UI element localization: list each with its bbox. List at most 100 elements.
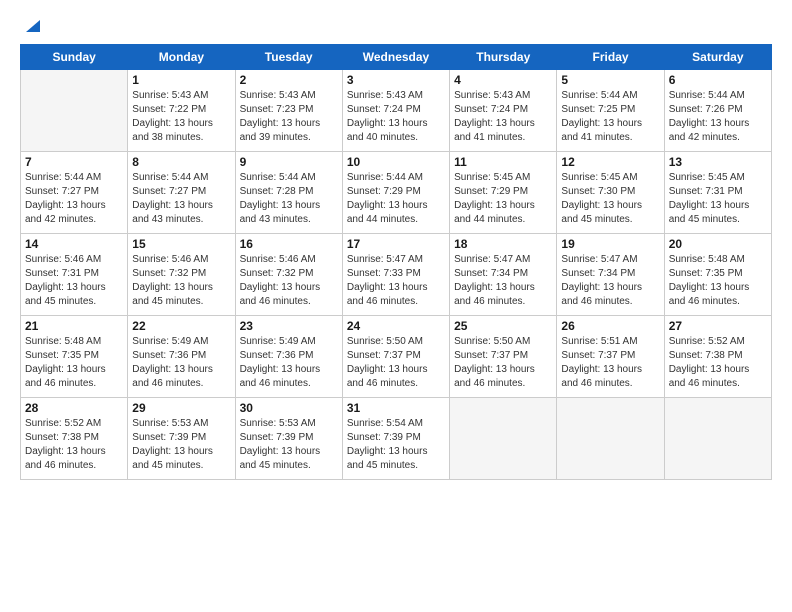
calendar-cell: 13 Sunrise: 5:45 AM Sunset: 7:31 PM Dayli… — [664, 152, 771, 234]
day-number: 5 — [561, 73, 659, 87]
day-number: 26 — [561, 319, 659, 333]
calendar-cell: 14 Sunrise: 5:46 AM Sunset: 7:31 PM Dayli… — [21, 234, 128, 316]
calendar-table: SundayMondayTuesdayWednesdayThursdayFrid… — [20, 44, 772, 480]
day-info: Sunrise: 5:50 AM Sunset: 7:37 PM Dayligh… — [454, 335, 552, 391]
day-info: Sunrise: 5:49 AM Sunset: 7:36 PM Dayligh… — [132, 335, 230, 391]
day-number: 21 — [25, 319, 123, 333]
day-number: 19 — [561, 237, 659, 251]
calendar-cell: 10Sunrise: 5:44 AM Sunset: 7:29 PM Dayli… — [342, 152, 449, 234]
day-number: 15 — [132, 237, 230, 251]
day-number: 2 — [240, 73, 338, 87]
day-info: Sunrise: 5:53 AM Sunset: 7:39 PM Dayligh… — [132, 417, 230, 473]
day-info: Sunrise: 5:44 AM Sunset: 7:26 PM Dayligh… — [669, 89, 767, 145]
day-info: Sunrise: 5:53 AM Sunset: 7:39 PM Dayligh… — [240, 417, 338, 473]
calendar-cell: 25 Sunrise: 5:50 AM Sunset: 7:37 PM Dayli… — [450, 316, 557, 398]
calendar-cell: 21 Sunrise: 5:48 AM Sunset: 7:35 PM Dayli… — [21, 316, 128, 398]
day-info: Sunrise: 5:54 AM Sunset: 7:39 PM Dayligh… — [347, 417, 445, 473]
calendar-week-row: 14 Sunrise: 5:46 AM Sunset: 7:31 PM Dayli… — [21, 234, 772, 316]
day-number: 31 — [347, 401, 445, 415]
day-number: 1 — [132, 73, 230, 87]
calendar-week-row: 1 Sunrise: 5:43 AM Sunset: 7:22 PM Daylig… — [21, 70, 772, 152]
day-number: 14 — [25, 237, 123, 251]
calendar-dow-tuesday: Tuesday — [235, 45, 342, 70]
day-number: 6 — [669, 73, 767, 87]
calendar-cell: 7 Sunrise: 5:44 AM Sunset: 7:27 PM Daylig… — [21, 152, 128, 234]
calendar-cell: 5 Sunrise: 5:44 AM Sunset: 7:25 PM Daylig… — [557, 70, 664, 152]
day-info: Sunrise: 5:47 AM Sunset: 7:34 PM Dayligh… — [561, 253, 659, 309]
day-info: Sunrise: 5:45 AM Sunset: 7:30 PM Dayligh… — [561, 171, 659, 227]
calendar-week-row: 7 Sunrise: 5:44 AM Sunset: 7:27 PM Daylig… — [21, 152, 772, 234]
calendar-dow-wednesday: Wednesday — [342, 45, 449, 70]
calendar-cell: 1 Sunrise: 5:43 AM Sunset: 7:22 PM Daylig… — [128, 70, 235, 152]
calendar-cell: 11 Sunrise: 5:45 AM Sunset: 7:29 PM Dayli… — [450, 152, 557, 234]
page: SundayMondayTuesdayWednesdayThursdayFrid… — [0, 0, 792, 612]
day-number: 27 — [669, 319, 767, 333]
day-info: Sunrise: 5:45 AM Sunset: 7:31 PM Dayligh… — [669, 171, 767, 227]
calendar-week-row: 21 Sunrise: 5:48 AM Sunset: 7:35 PM Dayli… — [21, 316, 772, 398]
calendar-cell: 26 Sunrise: 5:51 AM Sunset: 7:37 PM Dayli… — [557, 316, 664, 398]
day-info: Sunrise: 5:43 AM Sunset: 7:22 PM Dayligh… — [132, 89, 230, 145]
calendar-cell: 23Sunrise: 5:49 AM Sunset: 7:36 PM Dayli… — [235, 316, 342, 398]
day-info: Sunrise: 5:47 AM Sunset: 7:34 PM Dayligh… — [454, 253, 552, 309]
calendar-dow-monday: Monday — [128, 45, 235, 70]
day-info: Sunrise: 5:44 AM Sunset: 7:29 PM Dayligh… — [347, 171, 445, 227]
day-number: 11 — [454, 155, 552, 169]
calendar-cell: 24 Sunrise: 5:50 AM Sunset: 7:37 PM Dayli… — [342, 316, 449, 398]
day-info: Sunrise: 5:47 AM Sunset: 7:33 PM Dayligh… — [347, 253, 445, 309]
day-info: Sunrise: 5:44 AM Sunset: 7:27 PM Dayligh… — [132, 171, 230, 227]
day-info: Sunrise: 5:46 AM Sunset: 7:32 PM Dayligh… — [132, 253, 230, 309]
calendar-cell: 28 Sunrise: 5:52 AM Sunset: 7:38 PM Dayli… — [21, 398, 128, 480]
day-number: 17 — [347, 237, 445, 251]
calendar-cell: 6 Sunrise: 5:44 AM Sunset: 7:26 PM Daylig… — [664, 70, 771, 152]
calendar-cell: 12 Sunrise: 5:45 AM Sunset: 7:30 PM Dayli… — [557, 152, 664, 234]
day-info: Sunrise: 5:46 AM Sunset: 7:32 PM Dayligh… — [240, 253, 338, 309]
calendar-dow-saturday: Saturday — [664, 45, 771, 70]
calendar-cell — [21, 70, 128, 152]
logo — [20, 18, 44, 34]
day-info: Sunrise: 5:44 AM Sunset: 7:27 PM Dayligh… — [25, 171, 123, 227]
day-number: 12 — [561, 155, 659, 169]
day-number: 8 — [132, 155, 230, 169]
day-info: Sunrise: 5:51 AM Sunset: 7:37 PM Dayligh… — [561, 335, 659, 391]
day-number: 24 — [347, 319, 445, 333]
day-info: Sunrise: 5:44 AM Sunset: 7:25 PM Dayligh… — [561, 89, 659, 145]
day-info: Sunrise: 5:46 AM Sunset: 7:31 PM Dayligh… — [25, 253, 123, 309]
day-number: 25 — [454, 319, 552, 333]
day-info: Sunrise: 5:43 AM Sunset: 7:24 PM Dayligh… — [347, 89, 445, 145]
calendar-cell — [450, 398, 557, 480]
calendar-cell: 29 Sunrise: 5:53 AM Sunset: 7:39 PM Dayli… — [128, 398, 235, 480]
calendar-cell: 18 Sunrise: 5:47 AM Sunset: 7:34 PM Dayli… — [450, 234, 557, 316]
day-number: 28 — [25, 401, 123, 415]
logo-icon — [22, 18, 44, 34]
calendar-cell: 30 Sunrise: 5:53 AM Sunset: 7:39 PM Dayli… — [235, 398, 342, 480]
calendar-dow-sunday: Sunday — [21, 45, 128, 70]
day-number: 7 — [25, 155, 123, 169]
calendar-cell: 17 Sunrise: 5:47 AM Sunset: 7:33 PM Dayli… — [342, 234, 449, 316]
calendar-dow-friday: Friday — [557, 45, 664, 70]
calendar-cell: 19 Sunrise: 5:47 AM Sunset: 7:34 PM Dayli… — [557, 234, 664, 316]
day-number: 30 — [240, 401, 338, 415]
header — [20, 18, 772, 34]
calendar-cell — [557, 398, 664, 480]
day-info: Sunrise: 5:48 AM Sunset: 7:35 PM Dayligh… — [25, 335, 123, 391]
calendar-header-row: SundayMondayTuesdayWednesdayThursdayFrid… — [21, 45, 772, 70]
calendar-dow-thursday: Thursday — [450, 45, 557, 70]
calendar-cell: 31 Sunrise: 5:54 AM Sunset: 7:39 PM Dayli… — [342, 398, 449, 480]
day-info: Sunrise: 5:45 AM Sunset: 7:29 PM Dayligh… — [454, 171, 552, 227]
calendar-cell: 4 Sunrise: 5:43 AM Sunset: 7:24 PM Daylig… — [450, 70, 557, 152]
day-info: Sunrise: 5:44 AM Sunset: 7:28 PM Dayligh… — [240, 171, 338, 227]
day-info: Sunrise: 5:52 AM Sunset: 7:38 PM Dayligh… — [25, 417, 123, 473]
day-number: 4 — [454, 73, 552, 87]
day-info: Sunrise: 5:50 AM Sunset: 7:37 PM Dayligh… — [347, 335, 445, 391]
day-number: 3 — [347, 73, 445, 87]
calendar-cell: 16Sunrise: 5:46 AM Sunset: 7:32 PM Dayli… — [235, 234, 342, 316]
day-number: 13 — [669, 155, 767, 169]
calendar-cell — [664, 398, 771, 480]
day-number: 29 — [132, 401, 230, 415]
day-number: 18 — [454, 237, 552, 251]
day-info: Sunrise: 5:43 AM Sunset: 7:24 PM Dayligh… — [454, 89, 552, 145]
calendar-cell: 15 Sunrise: 5:46 AM Sunset: 7:32 PM Dayli… — [128, 234, 235, 316]
day-info: Sunrise: 5:52 AM Sunset: 7:38 PM Dayligh… — [669, 335, 767, 391]
calendar-cell: 27 Sunrise: 5:52 AM Sunset: 7:38 PM Dayli… — [664, 316, 771, 398]
day-info: Sunrise: 5:48 AM Sunset: 7:35 PM Dayligh… — [669, 253, 767, 309]
